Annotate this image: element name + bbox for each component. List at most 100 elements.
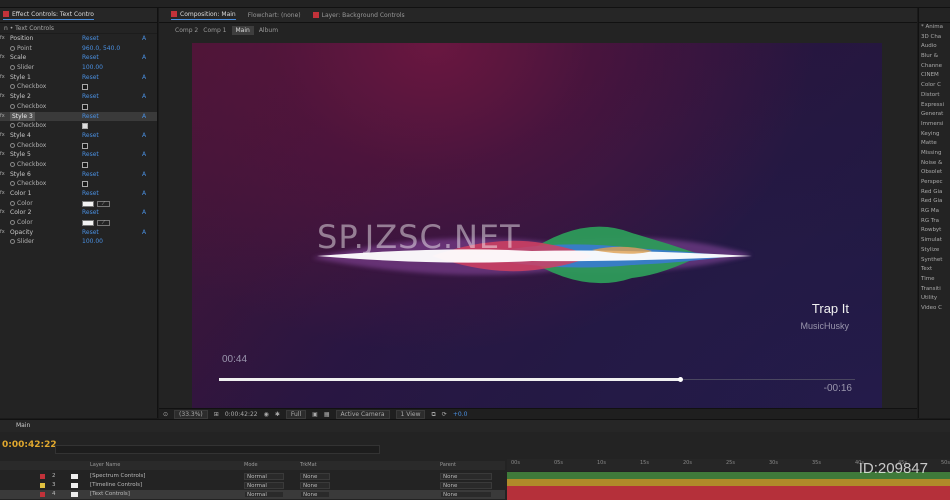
tab-composition[interactable]: Composition: Main	[171, 11, 236, 20]
mode-dropdown[interactable]: Normal	[244, 482, 284, 489]
timeline-current-time[interactable]: 0:00:42:22	[2, 440, 57, 450]
fx-toggle[interactable]: fx	[0, 34, 5, 44]
layer-name[interactable]: [Spectrum Controls]	[90, 472, 145, 481]
about-link[interactable]: A	[142, 112, 146, 122]
tab-timeline-main[interactable]: Main	[0, 420, 950, 432]
about-link[interactable]: A	[142, 208, 146, 218]
preset-category[interactable]: * Anima	[919, 23, 950, 33]
effect-row[interactable]: Checkbox	[0, 179, 157, 189]
preset-category[interactable]: Color C	[919, 81, 950, 91]
about-link[interactable]: A	[142, 131, 146, 141]
region-icon[interactable]: ▣	[312, 411, 318, 418]
effect-row[interactable]: fx Style 4 Reset A	[0, 131, 157, 141]
composition-viewer[interactable]: SP.JZSC.NET Trap It MusicHusky 00:44 -00…	[192, 43, 882, 408]
preset-category[interactable]: Transiti	[919, 285, 950, 295]
fx-toggle[interactable]: fx	[0, 131, 5, 141]
about-link[interactable]: A	[142, 34, 146, 44]
preset-category[interactable]: Expressi	[919, 101, 950, 111]
mode-dropdown[interactable]: Normal	[244, 491, 284, 498]
effect-row[interactable]: fx Opacity Reset A	[0, 228, 157, 238]
layer-duration-bar[interactable]	[507, 493, 950, 500]
preset-category[interactable]: Red Gia	[919, 197, 950, 207]
effect-row[interactable]: fx Style 5 Reset A	[0, 150, 157, 160]
stopwatch-icon[interactable]	[10, 45, 15, 51]
effect-row[interactable]: fx Color 1 Reset A	[0, 189, 157, 199]
stopwatch-icon[interactable]	[10, 239, 15, 245]
fx-toggle[interactable]: fx	[0, 53, 5, 63]
reset-link[interactable]: Reset	[82, 112, 99, 122]
about-link[interactable]: A	[142, 150, 146, 160]
layer-name[interactable]: [Text Controls]	[90, 490, 130, 499]
effect-row[interactable]: fx Scale Reset A	[0, 53, 157, 63]
effect-row[interactable]: fx Style 3 Reset A	[0, 111, 157, 122]
layer-row[interactable]: 4 [Text Controls] Normal None None	[0, 490, 505, 499]
effect-row[interactable]: Checkbox	[0, 160, 157, 170]
property-value[interactable]: 100.00	[82, 237, 103, 247]
preset-category[interactable]: Obsolet	[919, 168, 950, 178]
label-color-icon[interactable]	[40, 474, 45, 479]
mode-dropdown[interactable]: Normal	[244, 473, 284, 480]
preset-category[interactable]: Simulat	[919, 236, 950, 246]
preset-category[interactable]: Channe	[919, 62, 950, 72]
reset-link[interactable]: Reset	[82, 170, 99, 180]
effect-row[interactable]: Checkbox	[0, 141, 157, 151]
fx-toggle[interactable]: fx	[0, 208, 5, 218]
reset-link[interactable]: Reset	[82, 34, 99, 44]
preset-category[interactable]: Noise &	[919, 159, 950, 169]
preset-category[interactable]: Synthet	[919, 256, 950, 266]
parent-dropdown[interactable]: None	[440, 482, 492, 489]
reset-link[interactable]: Reset	[82, 208, 99, 218]
effect-row[interactable]: fx Style 1 Reset A	[0, 73, 157, 83]
stopwatch-icon[interactable]	[10, 65, 15, 71]
breadcrumb-album[interactable]: Album	[259, 27, 278, 34]
stopwatch-icon[interactable]	[10, 84, 15, 90]
toggle-view-icon[interactable]: ⧉	[431, 411, 435, 419]
preset-category[interactable]: CINEM	[919, 71, 950, 81]
effect-row[interactable]: fx Style 6 Reset A	[0, 170, 157, 180]
preset-category[interactable]: Keying	[919, 130, 950, 140]
trkmat-dropdown[interactable]: None	[300, 473, 330, 480]
breadcrumb-main[interactable]: Main	[231, 25, 254, 35]
zoom-dropdown[interactable]: (33.3%)	[174, 410, 208, 419]
fx-toggle[interactable]: fx	[0, 92, 5, 102]
effect-row[interactable]: Checkbox	[0, 121, 157, 131]
effect-row[interactable]: Checkbox	[0, 102, 157, 112]
parent-dropdown[interactable]: None	[440, 491, 492, 498]
property-checkbox[interactable]	[82, 161, 88, 168]
reset-exposure-icon[interactable]: ⟳	[442, 411, 447, 418]
effect-row[interactable]: fx Style 2 Reset A	[0, 92, 157, 102]
preset-category[interactable]: Generat	[919, 110, 950, 120]
stopwatch-icon[interactable]	[10, 181, 15, 187]
breadcrumb-comp1[interactable]: Comp 1	[203, 27, 226, 34]
view-layout-dropdown[interactable]: 1 View	[395, 410, 426, 419]
exposure-value[interactable]: +0.0	[453, 411, 468, 418]
about-link[interactable]: A	[142, 92, 146, 102]
effect-row[interactable]: fx Color 2 Reset A	[0, 208, 157, 218]
color-swatch[interactable]	[82, 220, 94, 227]
layer-row[interactable]: 3 [Timeline Controls] Normal None None	[0, 481, 505, 490]
preset-category[interactable]: Text	[919, 265, 950, 275]
property-checkbox[interactable]	[82, 103, 88, 110]
about-link[interactable]: A	[142, 53, 146, 63]
preset-category[interactable]: Video C	[919, 304, 950, 314]
preset-category[interactable]: Red Gia	[919, 188, 950, 198]
preset-category[interactable]: Audio	[919, 42, 950, 52]
reset-link[interactable]: Reset	[82, 189, 99, 199]
property-value[interactable]: 100.00	[82, 63, 103, 73]
property-checkbox[interactable]	[82, 181, 88, 188]
layer-name[interactable]: [Timeline Controls]	[90, 481, 142, 490]
reset-link[interactable]: Reset	[82, 53, 99, 63]
reset-link[interactable]: Reset	[82, 150, 99, 160]
layer-row[interactable]: 2 [Spectrum Controls] Normal None None	[0, 472, 505, 481]
transparency-icon[interactable]: ▦	[324, 411, 330, 418]
preset-category[interactable]: Rowbyt	[919, 226, 950, 236]
effect-row[interactable]: Color ⟋	[0, 218, 157, 228]
magnify-icon[interactable]: ⊙	[163, 411, 168, 418]
preset-category[interactable]: Time	[919, 275, 950, 285]
camera-snapshot-icon[interactable]: ◉	[264, 411, 269, 418]
trkmat-dropdown[interactable]: None	[300, 482, 330, 489]
about-link[interactable]: A	[142, 170, 146, 180]
effect-row[interactable]: Color ⟋	[0, 199, 157, 209]
timeline-search-input[interactable]	[55, 445, 380, 454]
tab-layer[interactable]: Layer: Background Controls	[312, 12, 405, 19]
